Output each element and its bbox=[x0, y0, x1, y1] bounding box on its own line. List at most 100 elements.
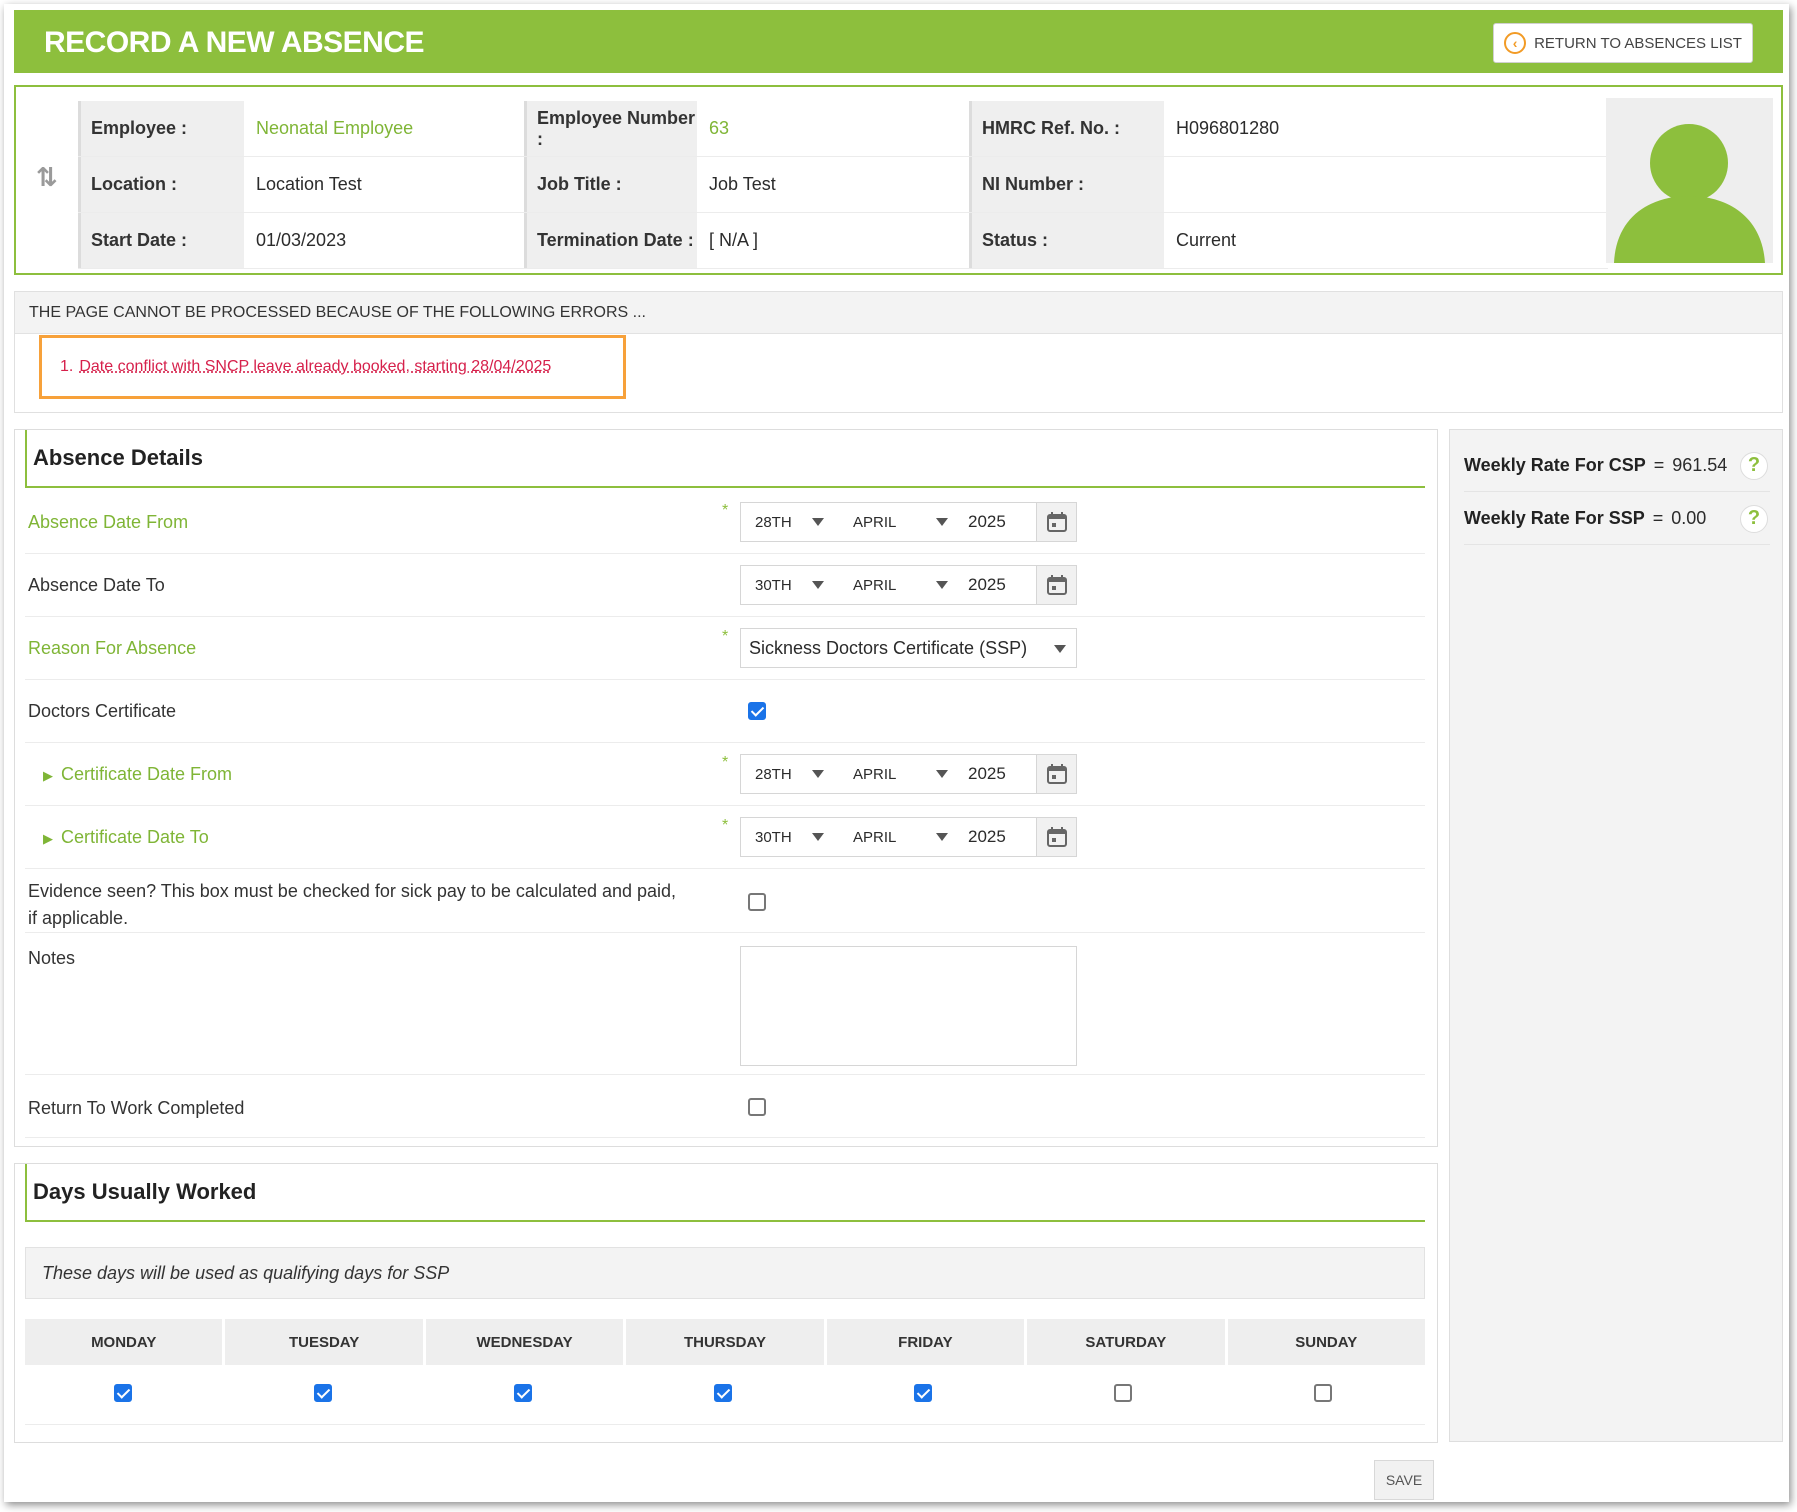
day-header-friday: FRIDAY bbox=[826, 1319, 1025, 1365]
reason-row: Reason For Absence * Sickness Doctors Ce… bbox=[25, 618, 1425, 680]
page-frame: RECORD A NEW ABSENCE ‹ RETURN TO ABSENCE… bbox=[4, 4, 1789, 1502]
absence-date-to-year[interactable]: 2025 bbox=[956, 575, 1036, 595]
calendar-icon[interactable] bbox=[1036, 755, 1076, 793]
page-title: RECORD A NEW ABSENCE bbox=[44, 26, 425, 59]
weekly-rates-panel: Weekly Rate For CSP = 961.54 ? Weekly Ra… bbox=[1449, 429, 1783, 1442]
start-date-value: 01/03/2023 bbox=[244, 213, 524, 268]
day-header-monday: MONDAY bbox=[25, 1319, 223, 1365]
start-date-label: Start Date : bbox=[78, 213, 244, 268]
location-label: Location : bbox=[78, 157, 244, 212]
month-value: APRIL bbox=[853, 765, 897, 783]
monday-checkbox[interactable] bbox=[114, 1384, 132, 1402]
swap-vertical-icon[interactable]: ⇅ bbox=[36, 162, 58, 193]
calendar-icon[interactable] bbox=[1036, 503, 1076, 541]
certificate-date-from-row: ▶ Certificate Date From * 28TH APRIL 2025 bbox=[25, 744, 1425, 806]
certificate-date-to-label: ▶ Certificate Date To bbox=[43, 827, 209, 848]
equals-sign: = bbox=[1653, 455, 1665, 475]
days-worked-panel: Days Usually Worked These days will be u… bbox=[14, 1163, 1438, 1443]
evidence-checkbox[interactable] bbox=[748, 893, 766, 911]
return-to-work-row: Return To Work Completed bbox=[25, 1076, 1425, 1138]
employee-name[interactable]: Neonatal Employee bbox=[244, 101, 524, 156]
wednesday-checkbox[interactable] bbox=[514, 1384, 532, 1402]
status-value: Current bbox=[1164, 213, 1469, 268]
doctors-certificate-label: Doctors Certificate bbox=[28, 701, 177, 721]
return-to-absences-button[interactable]: ‹ RETURN TO ABSENCES LIST bbox=[1493, 23, 1753, 63]
reason-select[interactable]: Sickness Doctors Certificate (SSP) bbox=[740, 628, 1077, 668]
thursday-checkbox[interactable] bbox=[714, 1384, 732, 1402]
certificate-date-from-picker: 28TH APRIL 2025 bbox=[740, 754, 1077, 794]
certificate-date-from-day-select[interactable]: 28TH bbox=[741, 765, 824, 783]
chevron-down-icon bbox=[936, 581, 949, 589]
absence-details-title: Absence Details bbox=[25, 430, 1425, 488]
day-header-tuesday: TUESDAY bbox=[225, 1319, 423, 1365]
absence-date-to-row: Absence Date To 30TH APRIL 2025 bbox=[25, 555, 1425, 617]
absence-date-from-month-select[interactable]: APRIL bbox=[821, 514, 956, 531]
days-checkboxes bbox=[25, 1365, 1425, 1425]
error-heading: THE PAGE CANNOT BE PROCESSED BECAUSE OF … bbox=[15, 292, 1782, 334]
required-marker: * bbox=[722, 754, 729, 771]
sunday-checkbox[interactable] bbox=[1314, 1384, 1332, 1402]
day-value: 30TH bbox=[755, 828, 792, 846]
error-message-link[interactable]: Date conflict with SNCP leave already bo… bbox=[79, 358, 551, 376]
return-button-label: RETURN TO ABSENCES LIST bbox=[1534, 34, 1742, 52]
calendar-icon[interactable] bbox=[1036, 566, 1076, 604]
evidence-label-line1: Evidence seen? This box must be checked … bbox=[28, 881, 677, 901]
required-marker: * bbox=[722, 628, 729, 645]
calendar-icon[interactable] bbox=[1036, 818, 1076, 856]
certificate-date-from-year[interactable]: 2025 bbox=[956, 764, 1036, 784]
days-worked-title: Days Usually Worked bbox=[25, 1164, 1425, 1222]
help-icon[interactable]: ? bbox=[1740, 451, 1768, 480]
day-header-wednesday: WEDNESDAY bbox=[425, 1319, 624, 1365]
absence-date-from-year[interactable]: 2025 bbox=[956, 512, 1036, 532]
saturday-checkbox[interactable] bbox=[1114, 1384, 1132, 1402]
evidence-label: Evidence seen? This box must be checked … bbox=[28, 878, 676, 932]
chevron-down-icon bbox=[936, 518, 949, 526]
friday-checkbox[interactable] bbox=[914, 1384, 932, 1402]
absence-date-to-label: Absence Date To bbox=[28, 575, 165, 595]
termination-date-value: [ N/A ] bbox=[697, 213, 969, 268]
absence-date-to-month-select[interactable]: APRIL bbox=[821, 577, 956, 594]
doctors-certificate-checkbox[interactable] bbox=[748, 702, 766, 720]
day-value: 28TH bbox=[755, 513, 792, 531]
ni-number-label: NI Number : bbox=[969, 157, 1164, 212]
qualifying-days-note: These days will be used as qualifying da… bbox=[25, 1247, 1425, 1299]
day-header-saturday: SATURDAY bbox=[1027, 1319, 1225, 1365]
required-marker: * bbox=[722, 502, 729, 519]
location-value: Location Test bbox=[244, 157, 524, 212]
certificate-date-to-day-select[interactable]: 30TH bbox=[741, 828, 824, 846]
ni-number-value bbox=[1164, 157, 1469, 212]
triangle-right-icon: ▶ bbox=[43, 831, 53, 846]
save-button[interactable]: SAVE bbox=[1374, 1460, 1434, 1500]
day-value: 30TH bbox=[755, 576, 792, 594]
month-value: APRIL bbox=[853, 828, 897, 846]
employee-number[interactable]: 63 bbox=[697, 101, 969, 156]
evidence-label-line2: if applicable. bbox=[28, 908, 129, 928]
day-header-sunday: SUNDAY bbox=[1227, 1319, 1425, 1365]
csp-rate-value: 961.54 bbox=[1672, 455, 1728, 475]
location-row: Location : Location Test Job Title : Job… bbox=[78, 157, 1608, 213]
certificate-date-from-month-select[interactable]: APRIL bbox=[821, 766, 956, 783]
absence-date-from-day-select[interactable]: 28TH bbox=[741, 513, 824, 531]
notes-textarea[interactable] bbox=[740, 946, 1077, 1066]
employee-label: Employee : bbox=[78, 101, 244, 156]
hmrc-ref-label: HMRC Ref. No. : bbox=[969, 101, 1164, 156]
day-value: 28TH bbox=[755, 765, 792, 783]
certificate-date-to-month-select[interactable]: APRIL bbox=[821, 829, 956, 846]
return-to-work-checkbox[interactable] bbox=[748, 1098, 766, 1116]
certificate-date-to-row: ▶ Certificate Date To * 30TH APRIL 2025 bbox=[25, 807, 1425, 869]
absence-date-from-row: Absence Date From * 28TH APRIL 2025 bbox=[25, 492, 1425, 554]
absence-date-from-label: Absence Date From bbox=[28, 512, 189, 532]
ssp-rate-value: 0.00 bbox=[1671, 508, 1707, 528]
certificate-date-to-text: Certificate Date To bbox=[61, 827, 209, 847]
certificate-date-to-year[interactable]: 2025 bbox=[956, 827, 1036, 847]
help-icon[interactable]: ? bbox=[1740, 504, 1768, 533]
day-header-thursday: THURSDAY bbox=[626, 1319, 824, 1365]
absence-date-to-day-select[interactable]: 30TH bbox=[741, 576, 824, 594]
employee-card: ⇅ Employee : Neonatal Employee Employee … bbox=[14, 85, 1783, 275]
certificate-date-to-picker: 30TH APRIL 2025 bbox=[740, 817, 1077, 857]
tuesday-checkbox[interactable] bbox=[314, 1384, 332, 1402]
reason-value: Sickness Doctors Certificate (SSP) bbox=[749, 637, 1028, 658]
user-silhouette-icon bbox=[1614, 124, 1765, 263]
error-item[interactable]: 1. Date conflict with SNCP leave already… bbox=[39, 335, 626, 399]
evidence-row: Evidence seen? This box must be checked … bbox=[25, 870, 1425, 933]
